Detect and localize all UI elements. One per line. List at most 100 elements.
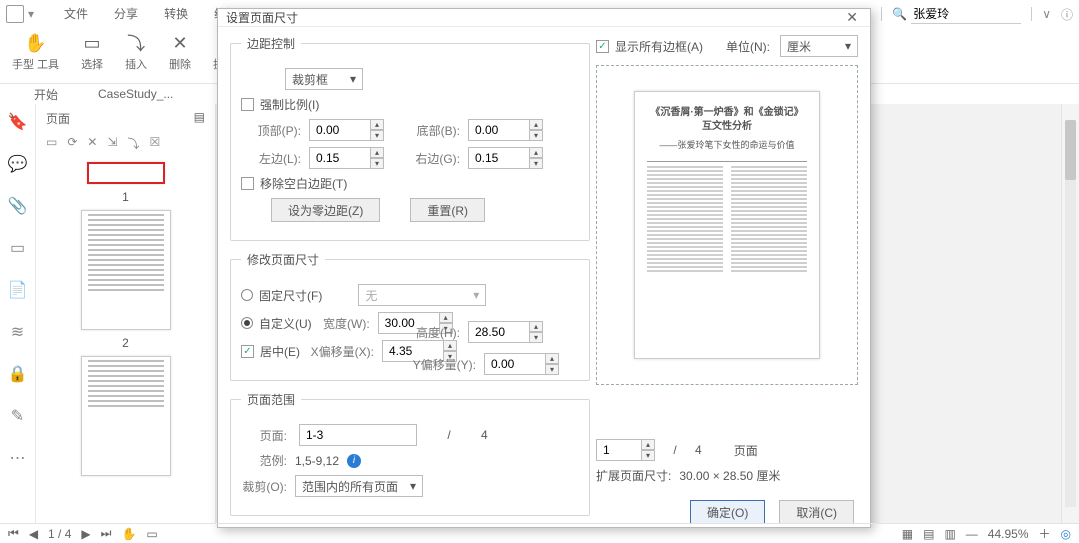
margin-legend: 边距控制 xyxy=(241,35,301,52)
show-all-borders-checkbox[interactable]: ✓显示所有边框(A) xyxy=(596,38,703,55)
last-page-icon[interactable]: ⏭ xyxy=(101,526,112,541)
layout-icon[interactable]: ▤ xyxy=(923,527,934,541)
prev-page-icon[interactable]: ◀ xyxy=(29,527,38,541)
menu-convert[interactable]: 转换 xyxy=(160,2,192,27)
insert-icon: ⤵ xyxy=(127,32,145,54)
tab-start[interactable]: 开始 xyxy=(28,84,64,105)
app-icon xyxy=(6,5,24,23)
hand-icon[interactable]: ✋ xyxy=(121,527,136,541)
menu-share[interactable]: 分享 xyxy=(110,2,142,27)
chat-icon[interactable]: 💬 xyxy=(8,154,28,174)
spin-up[interactable]: ▴ xyxy=(529,321,543,332)
xoff-label: X偏移量(X): xyxy=(308,343,374,360)
label: 自定义(U) xyxy=(259,315,312,332)
force-ratio-checkbox[interactable]: 强制比例(I) xyxy=(241,96,319,113)
fixed-size-select[interactable]: 无▾ xyxy=(358,284,486,306)
unit-select[interactable]: 厘米 ▾ xyxy=(780,35,858,57)
spin-down[interactable]: ▾ xyxy=(529,158,543,169)
thumb-2[interactable] xyxy=(81,210,171,330)
panel-ico[interactable]: ☒ xyxy=(150,135,161,152)
cancel-button[interactable]: 取消(C) xyxy=(779,500,854,524)
close-icon[interactable]: ✕ xyxy=(842,9,862,26)
first-page-icon[interactable]: ⏮ xyxy=(8,526,19,541)
spin-down[interactable]: ▾ xyxy=(529,130,543,141)
panel-ico[interactable]: ⟳ xyxy=(67,135,77,152)
layers-icon[interactable]: ≋ xyxy=(11,322,24,342)
info-icon[interactable]: i xyxy=(347,454,361,468)
bookmark-icon[interactable]: 🔖 xyxy=(8,112,28,132)
divider xyxy=(881,7,882,21)
center-checkbox[interactable]: ✓居中(E) xyxy=(241,343,300,360)
search-input[interactable] xyxy=(911,5,1021,24)
spin-up[interactable]: ▴ xyxy=(529,147,543,158)
pages-icon[interactable]: 📄 xyxy=(8,280,28,300)
preview-page-label: 页面 xyxy=(734,442,758,459)
chevron-down-icon: ▾ xyxy=(845,39,851,53)
help-icon[interactable]: ⓘ xyxy=(1061,6,1073,23)
label: 无 xyxy=(365,287,377,304)
field-icon[interactable]: ▭ xyxy=(10,238,25,258)
panel-ico[interactable]: ✕ xyxy=(87,135,97,152)
total-pages: 4 xyxy=(481,428,488,442)
right-label: 右边(G): xyxy=(400,150,460,167)
more-icon[interactable]: ⋯ xyxy=(10,448,26,468)
label: 厘米 xyxy=(787,38,811,55)
attach-icon[interactable]: 📎 xyxy=(8,196,28,216)
spin-up[interactable]: ▴ xyxy=(370,147,384,158)
panel-ico[interactable]: ⤵ xyxy=(128,135,140,152)
layout-icon[interactable]: ▥ xyxy=(944,527,955,541)
height-input[interactable] xyxy=(468,321,530,343)
left-input[interactable] xyxy=(309,147,371,169)
reset-button[interactable]: 重置(R) xyxy=(410,198,485,222)
ext-value: 30.00 × 28.50 厘米 xyxy=(679,467,780,484)
layout-icon[interactable]: ▦ xyxy=(902,527,913,541)
spin-down[interactable]: ▾ xyxy=(529,332,543,343)
spin-down[interactable]: ▾ xyxy=(370,158,384,169)
tool-delete[interactable]: ✕删除 xyxy=(165,30,195,74)
bottom-input[interactable] xyxy=(468,119,530,141)
zoom-out-icon[interactable]: — xyxy=(966,527,978,541)
remove-blank-checkbox[interactable]: 移除空白边距(T) xyxy=(241,175,347,192)
ok-button[interactable]: 确定(O) xyxy=(690,500,765,524)
menu-file[interactable]: 文件 xyxy=(60,2,92,27)
cursor-icon: ▭ xyxy=(84,32,101,54)
vertical-scrollbar[interactable] xyxy=(1061,104,1079,523)
crop-select[interactable]: 裁剪框▾ xyxy=(285,68,363,90)
thumb-3[interactable] xyxy=(81,356,171,476)
chevron-down-icon[interactable]: ▾ xyxy=(28,7,34,21)
tool-insert[interactable]: ⤵插入 xyxy=(121,30,151,74)
pages-input[interactable] xyxy=(299,424,417,446)
fit-icon[interactable]: ◎ xyxy=(1061,527,1071,541)
spin-up[interactable]: ▴ xyxy=(545,353,559,364)
thumb-1[interactable] xyxy=(87,162,165,184)
yoff-input[interactable] xyxy=(484,353,546,375)
sign-icon[interactable]: ✎ xyxy=(11,406,24,426)
chevron-down-icon: ▾ xyxy=(350,72,356,86)
spin-down[interactable]: ▾ xyxy=(545,364,559,375)
lock-icon[interactable]: 🔒 xyxy=(8,364,28,384)
panel-menu-icon[interactable]: ▤ xyxy=(194,110,205,127)
panel-ico[interactable]: ▭ xyxy=(46,135,57,152)
tool-hand[interactable]: ✋手型 工具 xyxy=(8,30,63,74)
right-input[interactable] xyxy=(468,147,530,169)
custom-size-radio[interactable]: 自定义(U) xyxy=(241,315,312,332)
tool-select[interactable]: ▭选择 xyxy=(77,30,107,74)
crop-scope-select[interactable]: 范围内的所有页面▾ xyxy=(295,475,423,497)
preview-page-input[interactable] xyxy=(596,439,642,461)
select-icon[interactable]: ▭ xyxy=(146,527,157,541)
chevron-down-icon: ▾ xyxy=(410,479,416,493)
zero-margin-button[interactable]: 设为零边距(Z) xyxy=(271,198,380,222)
next-page-icon[interactable]: ▶ xyxy=(81,527,90,541)
top-input[interactable] xyxy=(309,119,371,141)
spin-up[interactable]: ▴ xyxy=(370,119,384,130)
tab-doc[interactable]: CaseStudy_... xyxy=(92,85,179,103)
divider xyxy=(1031,7,1032,21)
spin-up[interactable]: ▴ xyxy=(529,119,543,130)
panel-ico[interactable]: ⇲ xyxy=(107,135,117,152)
spin-up[interactable]: ▴ xyxy=(641,439,655,450)
fixed-size-radio[interactable]: 固定尺寸(F) xyxy=(241,287,322,304)
chevron-down-icon[interactable]: ∨ xyxy=(1042,7,1051,21)
zoom-in-icon[interactable]: ＋ xyxy=(1039,525,1051,542)
spin-down[interactable]: ▾ xyxy=(641,450,655,461)
spin-down[interactable]: ▾ xyxy=(370,130,384,141)
